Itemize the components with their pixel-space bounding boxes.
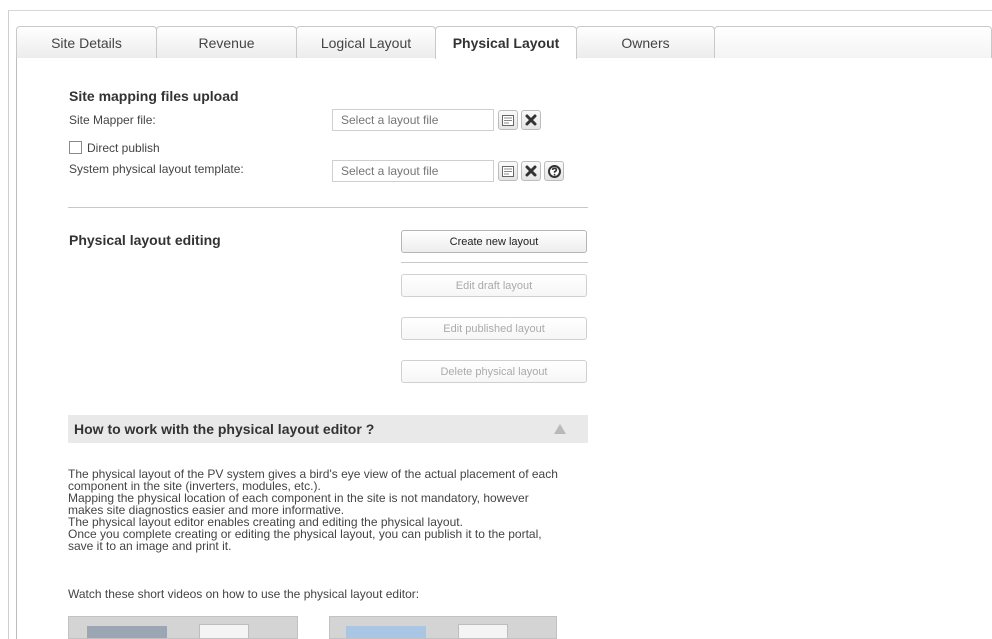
video-preview-image <box>346 626 426 638</box>
edit-draft-button[interactable]: Edit draft layout <box>401 274 587 297</box>
howto-header[interactable]: How to work with the physical layout edi… <box>68 415 588 443</box>
template-input[interactable] <box>332 160 494 182</box>
help-icon[interactable] <box>544 161 564 181</box>
site-mapper-label: Site Mapper file: <box>69 113 156 127</box>
video-preview-image <box>87 626 167 638</box>
buttons-divider <box>401 262 588 263</box>
direct-publish-checkbox[interactable] <box>69 141 82 154</box>
clear-icon[interactable] <box>521 110 541 130</box>
create-layout-button[interactable]: Create new layout <box>401 230 587 253</box>
section-divider <box>68 207 588 208</box>
direct-publish-label: Direct publish <box>87 141 160 155</box>
browse-icon[interactable] <box>498 110 518 130</box>
howto-title: How to work with the physical layout edi… <box>74 421 375 437</box>
video-thumbnail[interactable] <box>68 616 298 639</box>
tab-site-details[interactable]: Site Details <box>16 26 157 58</box>
site-mapper-input[interactable] <box>332 109 494 131</box>
video-preview-screen <box>199 624 249 638</box>
howto-paragraph: The physical layout of the PV system giv… <box>68 468 598 552</box>
tab-revenue[interactable]: Revenue <box>156 26 297 58</box>
howto-line: save it to an image and print it. <box>68 539 232 553</box>
delete-layout-button[interactable]: Delete physical layout <box>401 360 587 383</box>
tab-logical-layout[interactable]: Logical Layout <box>296 26 436 58</box>
clear-icon[interactable] <box>521 161 541 181</box>
collapse-arrow-icon[interactable] <box>554 424 566 434</box>
edit-published-button[interactable]: Edit published layout <box>401 317 587 340</box>
top-strip <box>8 0 992 10</box>
video-thumbnail[interactable] <box>329 616 557 639</box>
videos-intro: Watch these short videos on how to use t… <box>68 587 420 601</box>
editing-section-title: Physical layout editing <box>69 232 221 248</box>
tab-owners[interactable]: Owners <box>576 26 715 58</box>
panel-left-border <box>16 58 17 639</box>
upload-section-title: Site mapping files upload <box>69 88 239 104</box>
tab-bar-filler <box>714 26 992 58</box>
video-preview-screen <box>458 624 508 638</box>
browse-icon[interactable] <box>498 161 518 181</box>
template-label: System physical layout template: <box>69 162 244 176</box>
tab-bar: Site Details Revenue Logical Layout Phys… <box>16 26 992 59</box>
tab-physical-layout[interactable]: Physical Layout <box>435 26 577 59</box>
